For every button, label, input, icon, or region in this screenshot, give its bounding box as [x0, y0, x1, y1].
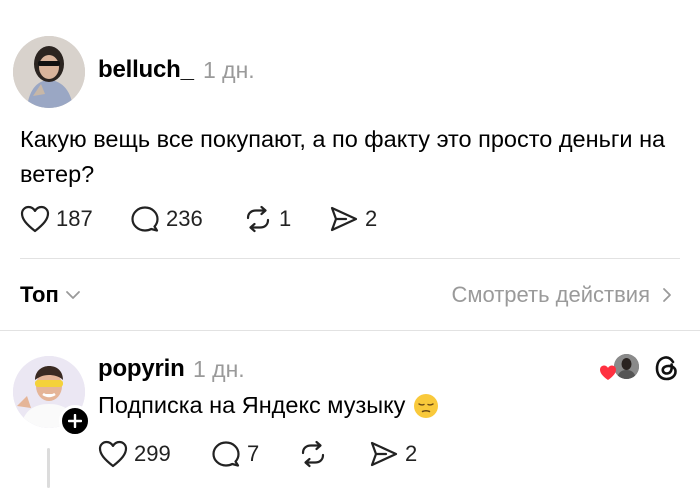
- share-count: 2: [365, 206, 378, 231]
- view-activity-label: Смотреть действия: [451, 282, 650, 307]
- plus-icon: [68, 414, 82, 428]
- share-button[interactable]: 2: [329, 205, 377, 233]
- comment-icon: [212, 441, 240, 467]
- main-post: belluch_ 1 дн. Какую вещь все покупают, …: [0, 0, 700, 258]
- reply-text: Подписка на Яндекс музыку: [98, 392, 406, 418]
- repost-icon: [246, 205, 270, 233]
- comment-button[interactable]: 236: [130, 205, 203, 233]
- reply-comment-button[interactable]: 7: [211, 440, 259, 468]
- divider: [20, 258, 680, 259]
- comment-count: 236: [166, 206, 203, 231]
- author-avatar[interactable]: [13, 36, 85, 108]
- reply-comment-count: 7: [247, 441, 260, 466]
- chevron-right-icon: [663, 288, 671, 302]
- repost-button[interactable]: 1: [243, 205, 291, 233]
- reply-share-button[interactable]: 2: [369, 440, 417, 468]
- sort-label: Топ: [20, 282, 59, 307]
- reply-like-count: 299: [134, 441, 171, 466]
- share-icon: [330, 206, 358, 232]
- follow-button[interactable]: [59, 405, 91, 437]
- repost-icon: [301, 440, 325, 468]
- author-username[interactable]: belluch_: [98, 56, 194, 84]
- liked-heart-icon: [600, 365, 616, 380]
- view-activity-link[interactable]: Смотреть действия: [451, 282, 672, 308]
- pensive-face-emoji: [414, 393, 439, 418]
- divider: [0, 330, 700, 331]
- comment-icon: [131, 206, 159, 232]
- reply-share-count: 2: [405, 441, 418, 466]
- heart-icon: [98, 440, 128, 468]
- share-icon: [370, 441, 398, 467]
- thread-line: [47, 448, 50, 488]
- like-button[interactable]: 187: [20, 205, 93, 233]
- repost-count: 1: [279, 206, 292, 231]
- reply-timestamp: 1 дн.: [193, 356, 245, 382]
- chevron-down-icon: [65, 291, 80, 299]
- post-text: Какую вещь все покупают, а по факту это …: [20, 126, 666, 187]
- reply-like-button[interactable]: 299: [98, 440, 171, 468]
- threads-icon[interactable]: [652, 353, 682, 383]
- post-timestamp: 1 дн.: [203, 57, 255, 83]
- like-count: 187: [56, 206, 93, 231]
- reply-text-line: Подписка на Яндекс музыку: [98, 392, 439, 419]
- reply-author-username[interactable]: popyrin: [98, 355, 185, 383]
- sort-dropdown[interactable]: Топ: [20, 282, 81, 308]
- heart-icon: [20, 205, 50, 233]
- liked-by-avatar: [614, 354, 639, 379]
- reply-repost-button[interactable]: [298, 440, 334, 468]
